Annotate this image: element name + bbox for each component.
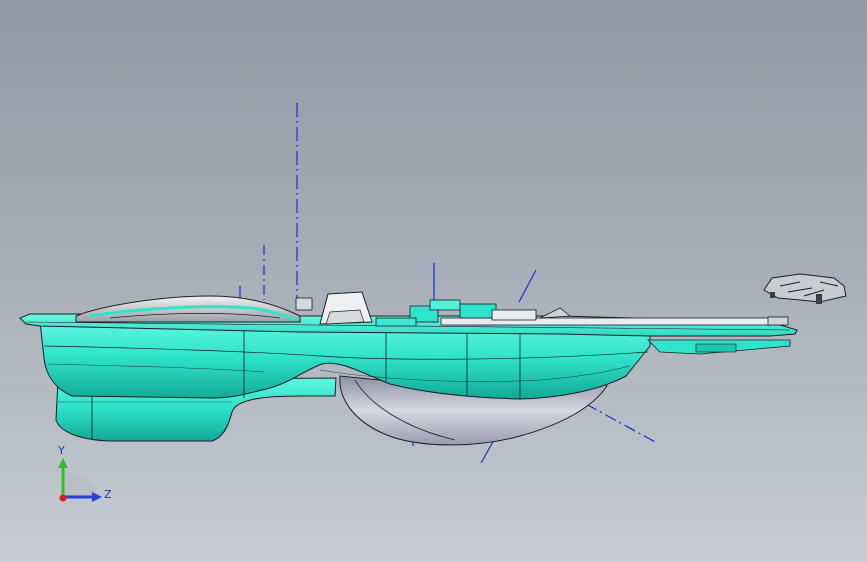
y-axis-label: Y <box>58 444 65 457</box>
canopy[interactable] <box>75 295 301 323</box>
detached-component[interactable] <box>763 273 847 304</box>
stern-skeg[interactable] <box>647 339 791 355</box>
cockpit-seat[interactable] <box>319 291 373 325</box>
graphics-viewport[interactable]: Y Z <box>0 0 867 562</box>
view-orientation-icon <box>62 472 96 498</box>
coordinate-triad <box>58 458 102 502</box>
centerline-diagonal-1 <box>518 269 537 303</box>
triad-origin <box>59 494 67 502</box>
aft-rail-cap <box>767 316 789 326</box>
z-axis-label: Z <box>104 488 112 501</box>
model-view[interactable] <box>0 0 867 562</box>
centerline-diagonal-2 <box>585 403 658 444</box>
